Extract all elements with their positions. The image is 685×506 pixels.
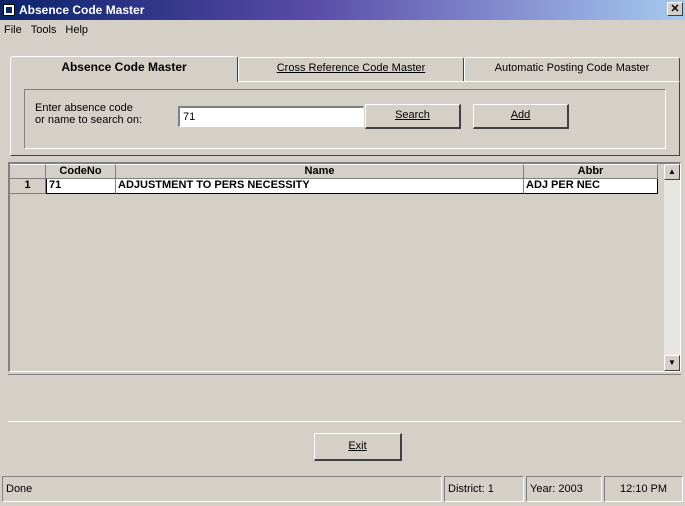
row-number: 1 — [10, 179, 46, 194]
tab-label: Automatic Posting Code Master — [494, 62, 650, 74]
column-header-abbr[interactable]: Abbr — [524, 164, 658, 179]
menu-bar: File Tools Help — [0, 21, 93, 39]
add-button[interactable]: Add — [473, 104, 569, 129]
menu-help[interactable]: Help — [61, 24, 93, 36]
search-label-line1: Enter absence code — [35, 102, 133, 114]
status-time: 12:10 PM — [604, 476, 683, 502]
search-group: Enter absence code or name to search on:… — [24, 89, 666, 149]
column-header-codeno[interactable]: CodeNo — [46, 164, 116, 179]
vertical-scrollbar[interactable]: ▲ ▼ — [664, 164, 680, 371]
search-button[interactable]: Search — [365, 104, 461, 129]
title-bar[interactable]: Absence Code Master ✕ — [0, 0, 685, 20]
search-button-label: Search — [395, 109, 430, 121]
exit-button-label: Exit — [348, 440, 367, 452]
status-bar: Done District: 1 Year: 2003 12:10 PM — [0, 474, 685, 504]
table-row[interactable]: 1 71 ADJUSTMENT TO PERS NECESSITY ADJ PE… — [10, 179, 658, 194]
scroll-up-icon[interactable]: ▲ — [664, 164, 680, 180]
lower-panel — [8, 374, 681, 422]
status-district: District: 1 — [444, 476, 524, 502]
close-button[interactable]: ✕ — [667, 2, 683, 16]
cell-name[interactable]: ADJUSTMENT TO PERS NECESSITY — [116, 179, 524, 194]
scroll-down-icon[interactable]: ▼ — [664, 355, 680, 371]
exit-button[interactable]: Exit — [314, 433, 402, 461]
column-header-name[interactable]: Name — [116, 164, 524, 179]
code-grid[interactable]: CodeNo Name Abbr 1 71 ADJUSTMENT TO PERS… — [8, 162, 681, 372]
cell-abbr[interactable]: ADJ PER NEC — [524, 179, 658, 194]
window-title: Absence Code Master — [19, 3, 145, 17]
column-header-rownum — [10, 164, 46, 179]
menu-file[interactable]: File — [0, 24, 27, 36]
app-window: Absence Code Master ✕ File Tools Help Ab… — [0, 0, 685, 506]
tab-label: Cross Reference Code Master — [276, 62, 426, 74]
tab-panel: Enter absence code or name to search on:… — [10, 81, 680, 156]
menu-tools[interactable]: Tools — [27, 24, 62, 36]
status-year: Year: 2003 — [526, 476, 602, 502]
search-label-line2: or name to search on: — [35, 114, 143, 126]
tab-label: Absence Code Master — [61, 60, 187, 74]
status-message: Done — [2, 476, 442, 502]
tab-absence-code-master[interactable]: Absence Code Master — [10, 56, 238, 82]
search-label: Enter absence code or name to search on: — [35, 102, 175, 126]
add-button-label: Add — [510, 109, 531, 121]
tab-cross-reference-code-master[interactable]: Cross Reference Code Master — [238, 57, 464, 81]
grid-header-row: CodeNo Name Abbr — [10, 164, 658, 179]
app-icon — [3, 4, 15, 16]
tab-automatic-posting-code-master[interactable]: Automatic Posting Code Master — [464, 57, 680, 81]
search-input[interactable] — [178, 106, 364, 127]
cell-codeno[interactable]: 71 — [46, 179, 116, 194]
